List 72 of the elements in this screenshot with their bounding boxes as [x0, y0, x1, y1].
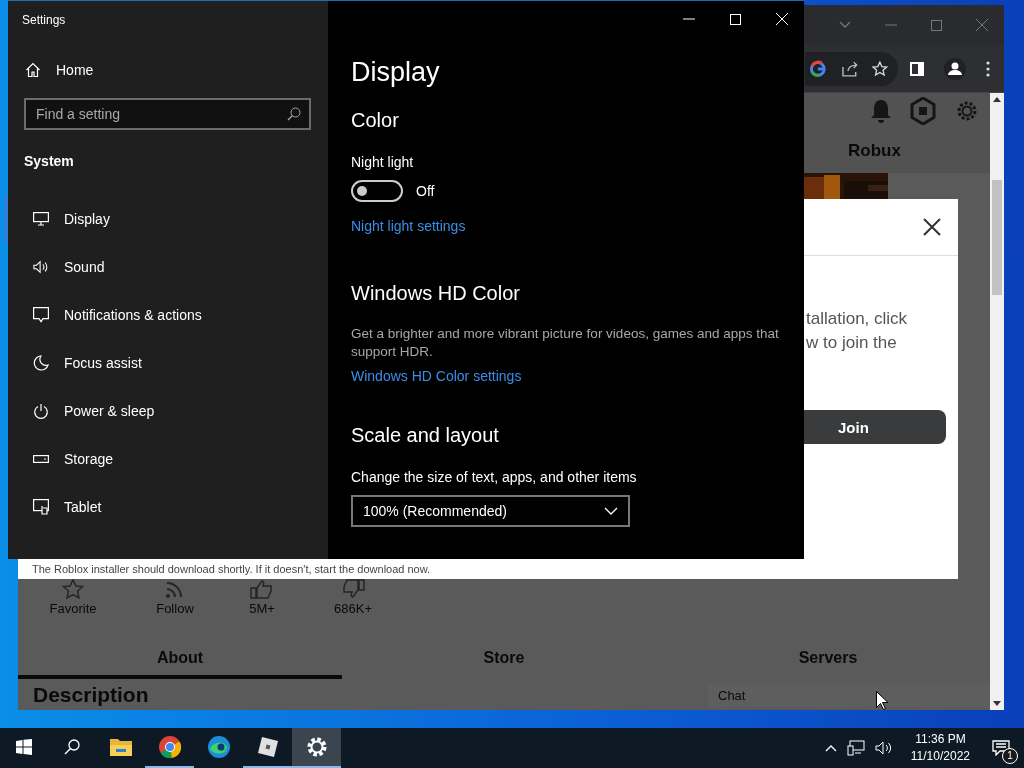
settings-link[interactable]: Windows HD Color settings — [351, 368, 522, 384]
search-icon[interactable] — [64, 739, 80, 755]
chevron-down-icon — [604, 507, 618, 515]
edge-icon — [206, 735, 231, 759]
stat-label: Favorite — [49, 601, 97, 616]
stat-label: 686K+ — [334, 601, 372, 616]
message-icon — [33, 307, 49, 323]
power-icon — [33, 403, 49, 419]
close-icon[interactable] — [923, 218, 941, 236]
chrome-icon — [157, 735, 182, 759]
address-bar[interactable] — [805, 51, 898, 86]
scrollbar[interactable] — [990, 93, 1004, 710]
toggle-state: Off — [416, 183, 435, 199]
tablet-icon — [33, 499, 49, 515]
star-icon[interactable] — [62, 579, 84, 599]
network-icon[interactable] — [846, 740, 865, 756]
section-heading: Description — [33, 683, 149, 707]
taskbar-app[interactable] — [292, 728, 341, 768]
clock[interactable]: 11:36 PM 11/10/2022 — [902, 731, 978, 765]
nav-item[interactable]: Storage — [4, 435, 328, 483]
profile-icon[interactable] — [944, 57, 966, 80]
speaker-icon[interactable] — [874, 741, 893, 755]
section-heading: Color — [351, 109, 399, 132]
share-icon[interactable] — [840, 60, 859, 77]
setting-label: Night light — [351, 154, 414, 170]
scroll-up-icon[interactable] — [993, 97, 1001, 102]
chat-field[interactable]: Chat — [708, 683, 990, 707]
moon-icon — [33, 355, 49, 371]
setting-label: Change the size of text, apps, and other items — [351, 469, 637, 485]
sidebar-icon[interactable] — [910, 61, 924, 76]
google-icon[interactable] — [809, 59, 827, 78]
stat-label: Follow — [156, 601, 194, 616]
monitor-icon — [33, 212, 49, 226]
window-title: Settings — [21, 12, 67, 27]
join-button[interactable]: Join — [804, 410, 946, 444]
drive-icon — [33, 455, 49, 463]
modal-text: tallation, click — [806, 308, 909, 330]
section-heading: Windows HD Color — [351, 282, 520, 305]
speaker-icon — [33, 260, 49, 274]
message-icon — [992, 740, 1010, 756]
page-title: Display — [351, 57, 440, 88]
scale-dropdown[interactable]: 100% (Recommended) — [351, 495, 630, 527]
folder-icon — [108, 737, 133, 757]
search-icon — [287, 107, 301, 121]
installer-note: The Roblox installer should download shortly. If it doesn't, start the download now. — [31, 563, 432, 577]
description-text: Get a brighter and more vibrant picture for videos, games and apps that support HDR. — [351, 325, 780, 361]
chevron-down-icon[interactable] — [839, 21, 851, 29]
stat-label: 5M+ — [249, 601, 275, 616]
scrollbar-thumb[interactable] — [992, 180, 1002, 295]
thumbs-up-icon[interactable] — [249, 579, 275, 599]
modal-text: w to join the — [806, 332, 898, 354]
gear-icon — [305, 736, 328, 758]
nav-item[interactable]: Tablet — [4, 483, 328, 531]
settings-link[interactable]: Night light settings — [351, 218, 466, 234]
home-item[interactable]: Home — [8, 60, 328, 80]
search-field[interactable]: Find a setting — [24, 98, 311, 130]
menu-icon[interactable] — [986, 60, 990, 77]
nav-item[interactable]: Power & sleep — [4, 387, 328, 435]
section-heading: Scale and layout — [351, 424, 499, 447]
toggle-switch[interactable] — [351, 180, 403, 202]
scroll-down-icon[interactable] — [993, 701, 1001, 706]
thumbs-down-icon[interactable] — [340, 579, 366, 599]
home-icon — [25, 62, 41, 78]
notification-badge: 1 — [1002, 748, 1018, 764]
nav-item[interactable]: Notifications & actions — [4, 291, 328, 339]
windows-start-icon[interactable] — [16, 739, 32, 755]
group-heading: System — [23, 152, 75, 169]
nav-item[interactable]: Sound — [4, 243, 328, 291]
nav-item[interactable]: Focus assist — [4, 339, 328, 387]
notification-button[interactable]: 1 — [978, 728, 1024, 768]
chevron-up-icon[interactable] — [824, 744, 837, 752]
mouse-pointer-icon — [876, 691, 888, 710]
